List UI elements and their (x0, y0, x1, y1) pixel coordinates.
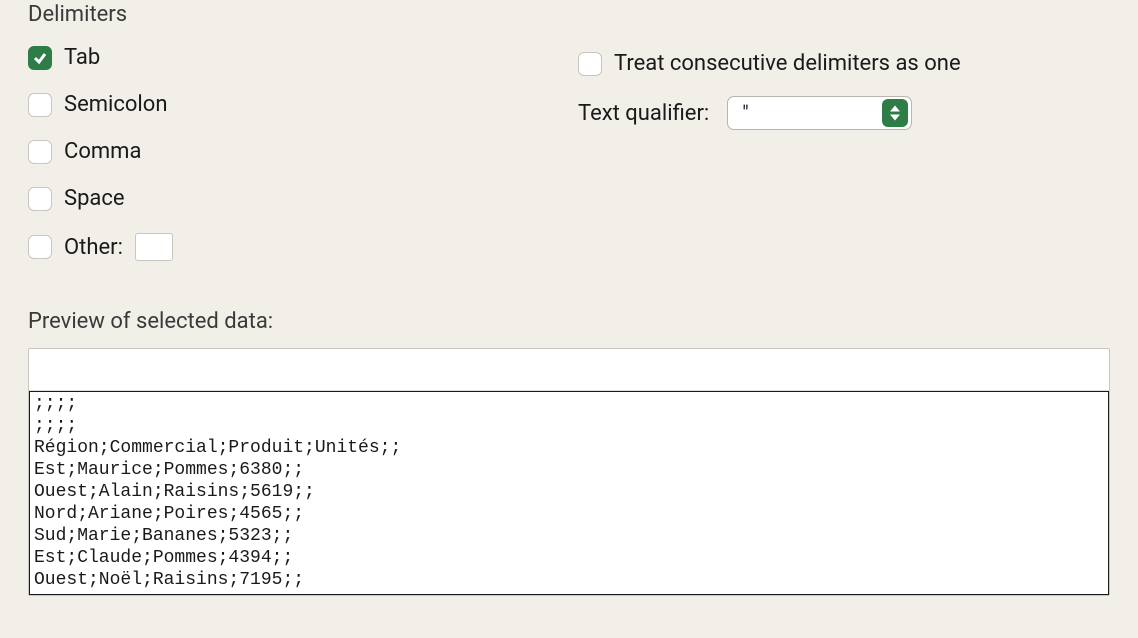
tab-checkbox[interactable] (28, 46, 52, 70)
preview-heading: Preview of selected data: (28, 309, 1110, 334)
text-qualifier-row: Text qualifier: " (578, 96, 961, 130)
semicolon-label: Semicolon (64, 92, 167, 117)
stepper-icon (882, 99, 908, 127)
space-checkbox[interactable] (28, 187, 52, 211)
preview-container: ;;;; ;;;; Région;Commercial;Produit;Unit… (28, 348, 1110, 596)
treat-consecutive-label: Treat consecutive delimiters as one (614, 51, 961, 76)
comma-checkbox[interactable] (28, 140, 52, 164)
preview-body: ;;;; ;;;; Région;Commercial;Produit;Unit… (29, 391, 1109, 595)
text-qualifier-value: " (742, 101, 882, 125)
other-row: Other: (28, 233, 538, 261)
preview-column-header (29, 349, 1109, 391)
comma-row: Comma (28, 139, 538, 164)
comma-label: Comma (64, 139, 141, 164)
other-checkbox[interactable] (28, 235, 52, 259)
semicolon-row: Semicolon (28, 92, 538, 117)
other-input[interactable] (135, 233, 173, 261)
delimiters-heading: Delimiters (28, 2, 1110, 27)
space-label: Space (64, 186, 125, 211)
tab-label: Tab (64, 45, 100, 70)
semicolon-checkbox[interactable] (28, 93, 52, 117)
text-qualifier-select[interactable]: " (727, 96, 912, 130)
tab-row: Tab (28, 45, 538, 70)
space-row: Space (28, 186, 538, 211)
text-qualifier-label: Text qualifier: (578, 101, 709, 126)
other-label: Other: (64, 235, 123, 260)
treat-consecutive-row: Treat consecutive delimiters as one (578, 51, 961, 76)
treat-consecutive-checkbox[interactable] (578, 52, 602, 76)
